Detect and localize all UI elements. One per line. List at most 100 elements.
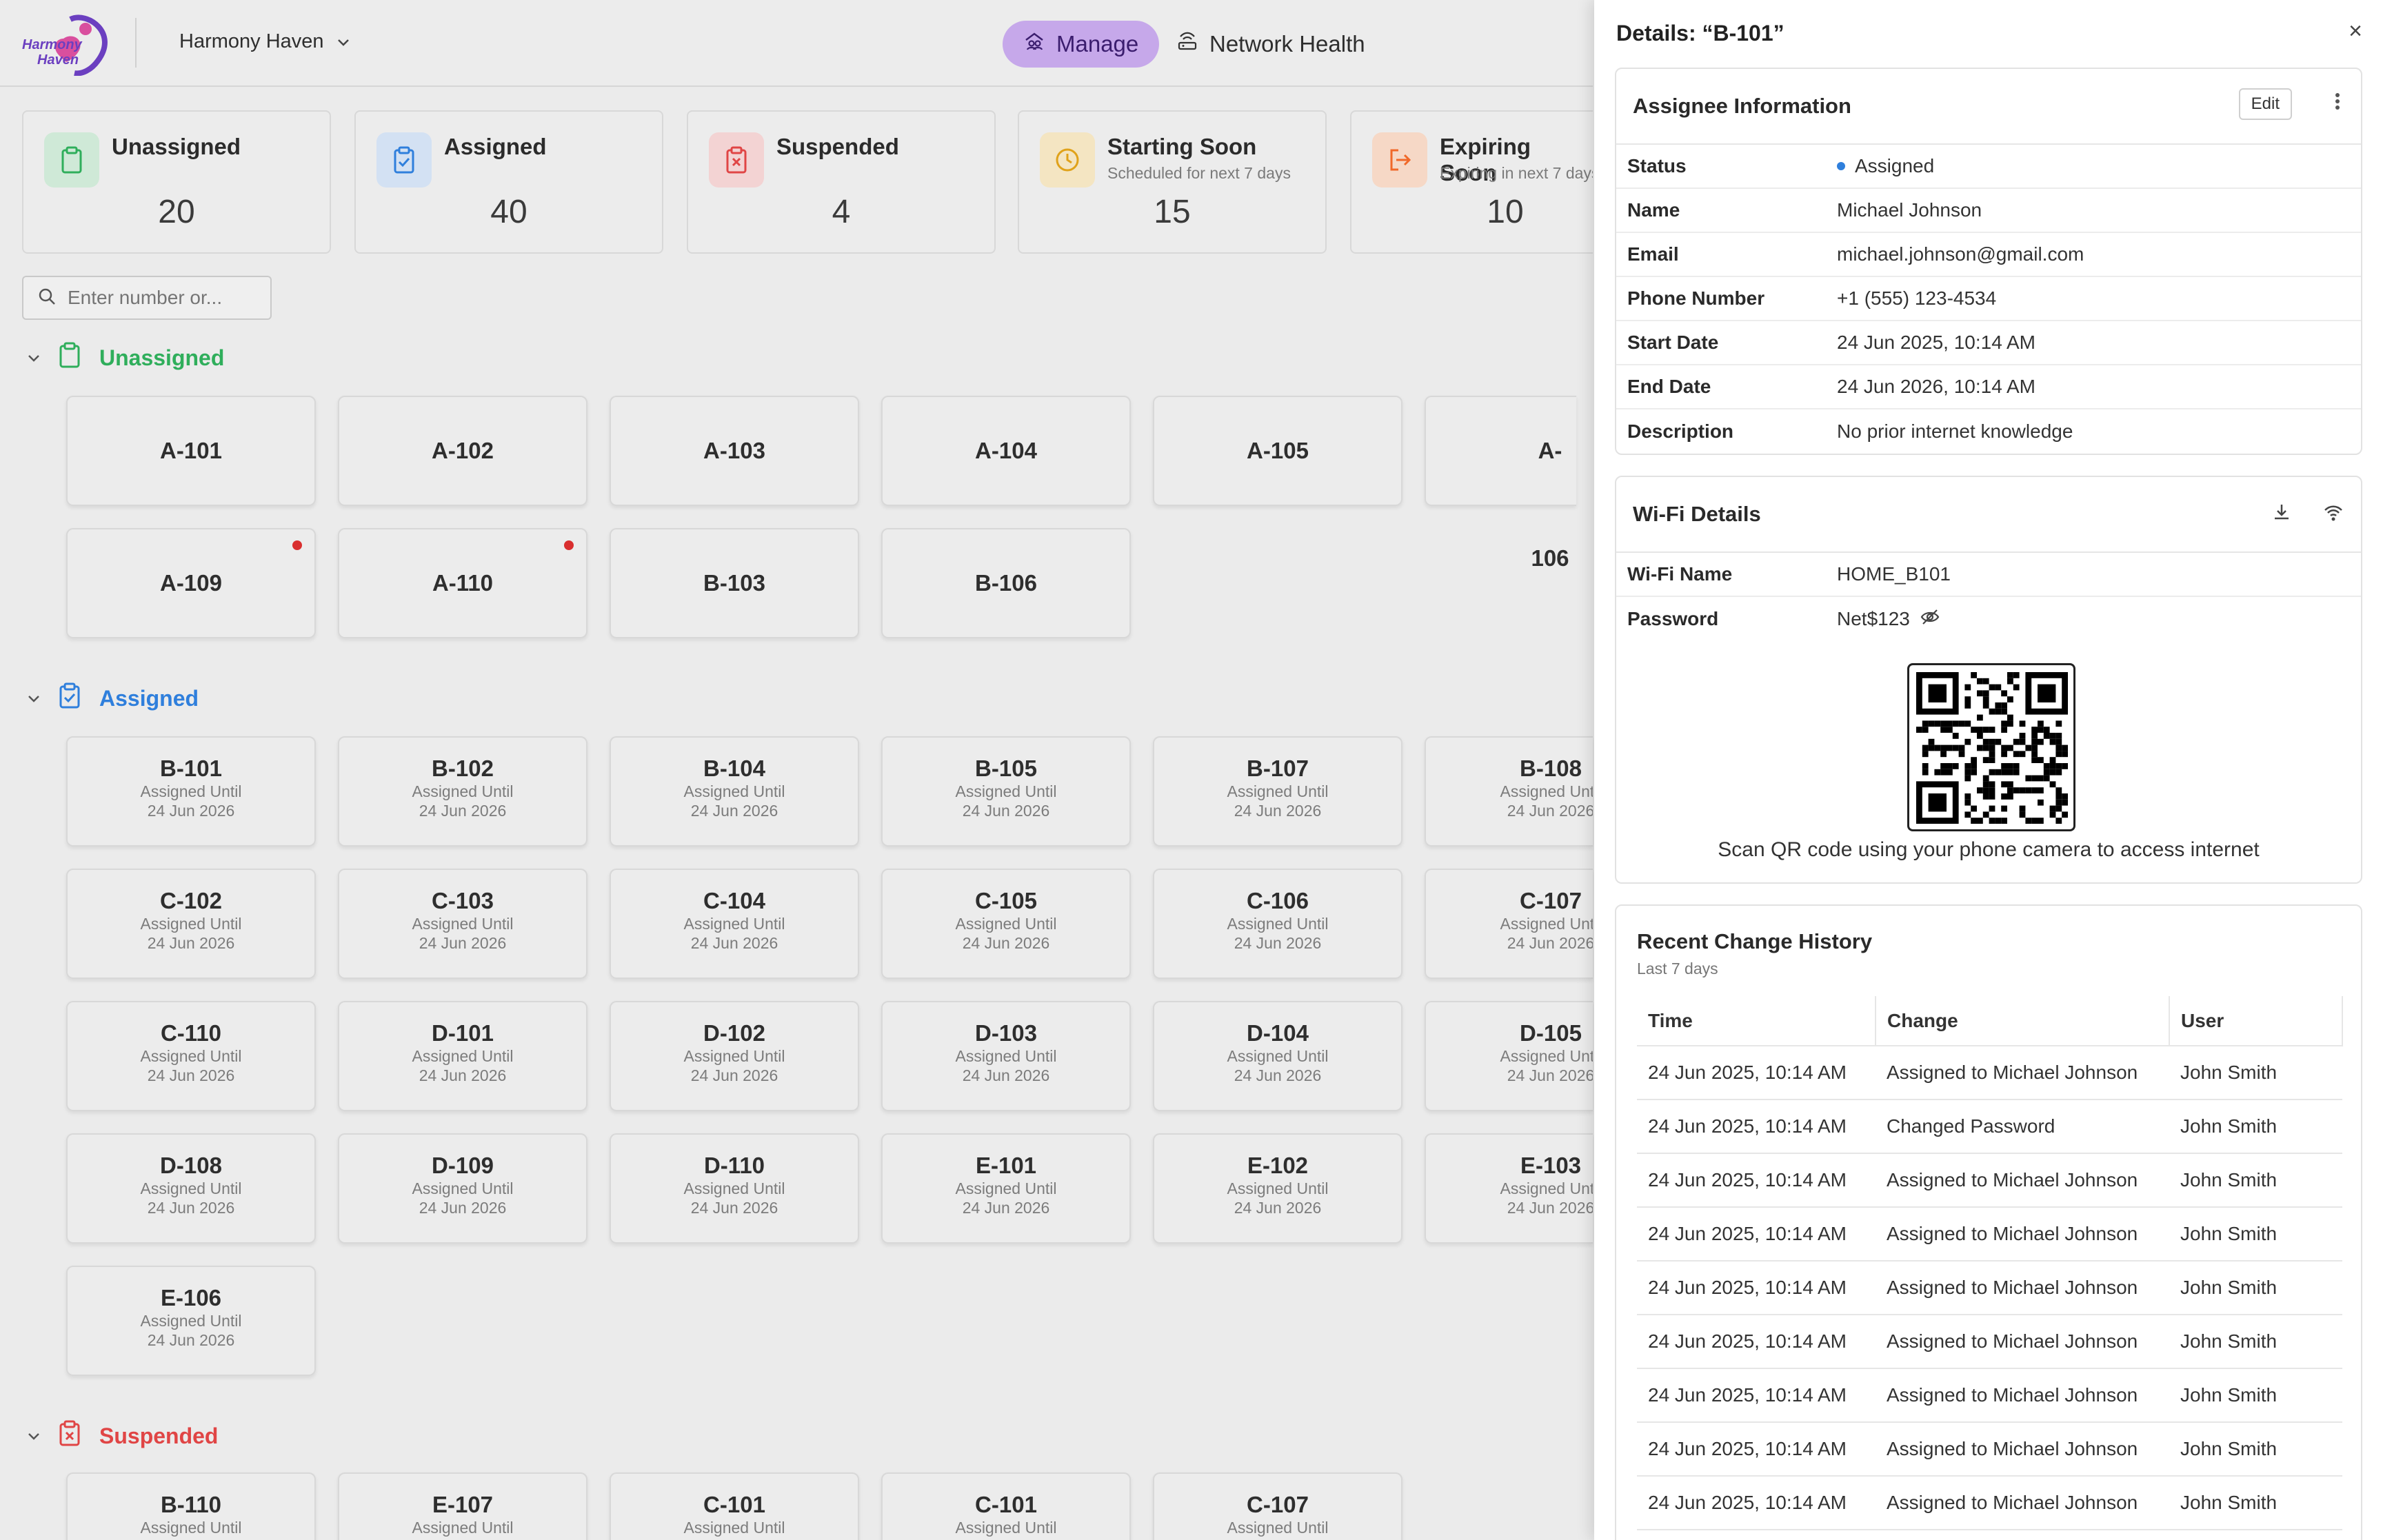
org-selector[interactable]: Harmony Haven	[179, 30, 350, 53]
history-user: John Smith	[2169, 1046, 2342, 1100]
unit-tile[interactable]: A-103	[610, 396, 859, 506]
unit-tile[interactable]: B-104 Assigned Until 24 Jun 2026	[610, 736, 859, 847]
section-header-suspended[interactable]: Suspended	[28, 1420, 218, 1452]
unit-tile[interactable]: B-110 Assigned Until	[66, 1472, 316, 1540]
unit-tile[interactable]: A-105	[1153, 396, 1402, 506]
history-row[interactable]: 24 Jun 2025, 10:14 AM Assigned to Michael…	[1637, 1153, 2342, 1208]
row-label: End Date	[1627, 376, 1711, 397]
column-header-user[interactable]: User	[2169, 996, 2343, 1046]
unit-tile[interactable]: D-105 Assigned Until 24 Jun 2026	[1425, 1001, 1593, 1111]
history-body: 24 Jun 2025, 10:14 AM Assigned to Michael…	[1637, 1046, 2342, 1530]
unit-tile[interactable]: C-101 Assigned Until	[610, 1472, 859, 1540]
section-header-unassigned[interactable]: Unassigned	[28, 342, 224, 374]
unit-tile[interactable]: D-101 Assigned Until 24 Jun 2026	[338, 1001, 587, 1111]
unit-tile[interactable]: E-102 Assigned Until 24 Jun 2026	[1153, 1133, 1402, 1244]
unit-tile[interactable]: D-109 Assigned Until 24 Jun 2026	[338, 1133, 587, 1244]
unit-tile[interactable]: B-108 Assigned Until 24 Jun 2026	[1425, 736, 1593, 847]
unit-id: A-104	[975, 438, 1037, 463]
stat-value: 4	[832, 194, 851, 230]
unit-id: A-105	[1247, 438, 1309, 463]
unit-tile[interactable]: C-102 Assigned Until 24 Jun 2026	[66, 869, 316, 979]
router-icon	[1176, 30, 1198, 58]
tab-network-health-label: Network Health	[1209, 31, 1365, 57]
tab-network-health[interactable]: Network Health	[1156, 21, 1386, 68]
unit-tile[interactable]: E-101 Assigned Until 24 Jun 2026	[881, 1133, 1131, 1244]
search-box[interactable]	[22, 276, 272, 320]
assigned-until-label: Assigned Until	[683, 1179, 785, 1197]
unit-tile[interactable]: D-102 Assigned Until 24 Jun 2026	[610, 1001, 859, 1111]
stat-card-assigned[interactable]: Assigned 40	[354, 110, 663, 254]
tile-content: B-105 Assigned Until 24 Jun 2026	[883, 756, 1129, 820]
unit-tile[interactable]: C-107 Assigned Until 24 Jun 2026	[1425, 869, 1593, 979]
close-icon[interactable]: ×	[2349, 18, 2362, 45]
unit-tile[interactable]: A-106	[1425, 396, 1576, 571]
unit-tile[interactable]: A-101	[66, 396, 316, 506]
unit-tile[interactable]: C-104 Assigned Until 24 Jun 2026	[610, 869, 859, 979]
unit-tile[interactable]: B-103	[610, 528, 859, 638]
history-time: 24 Jun 2025, 10:14 AM	[1637, 1100, 1876, 1154]
tab-manage[interactable]: Manage	[1003, 21, 1160, 68]
unit-id: B-102	[432, 756, 494, 781]
row-label: Email	[1627, 243, 1679, 265]
clock-icon	[1040, 132, 1095, 188]
unit-tile[interactable]: C-101 Assigned Until	[881, 1472, 1131, 1540]
unit-tile[interactable]: A-104	[881, 396, 1131, 506]
unit-tile[interactable]: D-104 Assigned Until 24 Jun 2026	[1153, 1001, 1402, 1111]
history-row[interactable]: 24 Jun 2025, 10:14 AM Changed Password Joh…	[1637, 1100, 2342, 1154]
column-header-time[interactable]: Time	[1637, 996, 1876, 1046]
history-row[interactable]: 24 Jun 2025, 10:14 AM Assigned to Michael…	[1637, 1476, 2342, 1530]
column-header-change[interactable]: Change	[1876, 996, 2170, 1046]
history-row[interactable]: 24 Jun 2025, 10:14 AM Assigned to Michael…	[1637, 1261, 2342, 1315]
history-row[interactable]: 24 Jun 2025, 10:14 AM Assigned to Michael…	[1637, 1422, 2342, 1477]
wifi-header: Wi-Fi Details	[1616, 477, 2361, 553]
stat-card-starting-soon[interactable]: Starting Soon Scheduled for next 7 days …	[1018, 110, 1327, 254]
assigned-until-date: 24 Jun 2026	[962, 802, 1050, 820]
unit-tile[interactable]: A-102	[338, 396, 587, 506]
unit-tile[interactable]: C-110 Assigned Until 24 Jun 2026	[66, 1001, 316, 1111]
history-user: John Smith	[2169, 1368, 2342, 1423]
unit-tile[interactable]: B-101 Assigned Until 24 Jun 2026	[66, 736, 316, 847]
history-row[interactable]: 24 Jun 2025, 10:14 AM Assigned to Michael…	[1637, 1315, 2342, 1369]
tile-content: D-105 Assigned Until 24 Jun 2026	[1426, 1020, 1593, 1085]
history-row[interactable]: 24 Jun 2025, 10:14 AM Assigned to Michael…	[1637, 1368, 2342, 1423]
unit-tile[interactable]: C-103 Assigned Until 24 Jun 2026	[338, 869, 587, 979]
row-value: +1 (555) 123-4534	[1837, 287, 1997, 309]
tile-content: B-101 Assigned Until 24 Jun 2026	[68, 756, 314, 820]
unit-tile[interactable]: B-107 Assigned Until 24 Jun 2026	[1153, 736, 1402, 847]
history-row[interactable]: 24 Jun 2025, 10:14 AM Assigned to Michael…	[1637, 1207, 2342, 1262]
history-change: Assigned to Michael Johnson	[1876, 1261, 2169, 1315]
wifi-icon[interactable]	[2322, 502, 2344, 529]
unit-tile[interactable]: D-108 Assigned Until 24 Jun 2026	[66, 1133, 316, 1244]
unit-tile[interactable]: E-106 Assigned Until 24 Jun 2026	[66, 1266, 316, 1376]
unit-tile[interactable]: A-109	[66, 528, 316, 638]
section-header-assigned[interactable]: Assigned	[28, 682, 199, 714]
unit-tile[interactable]: C-106 Assigned Until 24 Jun 2026	[1153, 869, 1402, 979]
unit-id: B-107	[1247, 756, 1309, 781]
download-icon[interactable]	[2271, 502, 2292, 528]
stat-card-suspended[interactable]: Suspended 4	[687, 110, 996, 254]
unit-tile[interactable]: D-103 Assigned Until 24 Jun 2026	[881, 1001, 1131, 1111]
stat-card-expiring-soon[interactable]: Expiring Soon Expiring in next 7 days 10	[1350, 110, 1593, 254]
unit-tile[interactable]: B-106	[881, 528, 1131, 638]
search-input[interactable]	[68, 287, 268, 309]
unit-id: E-107	[432, 1492, 494, 1517]
unit-tile[interactable]: C-105 Assigned Until 24 Jun 2026	[881, 869, 1131, 979]
stat-card-unassigned[interactable]: Unassigned 20	[22, 110, 331, 254]
unit-tile[interactable]: E-103 Assigned Until 24 Jun 2026	[1425, 1133, 1593, 1244]
unit-id: E-102	[1247, 1153, 1309, 1178]
assigned-until-date: 24 Jun 2026	[1507, 934, 1593, 952]
unit-tile[interactable]: A-110	[338, 528, 587, 638]
unit-tile[interactable]: C-107 Assigned Until	[1153, 1472, 1402, 1540]
unit-id: D-109	[432, 1153, 494, 1178]
unit-tile[interactable]: B-105 Assigned Until 24 Jun 2026	[881, 736, 1131, 847]
unit-id: C-103	[432, 888, 494, 913]
tile-content: C-107 Assigned Until 24 Jun 2026	[1426, 888, 1593, 953]
harmony-haven-logo[interactable]: Harmony Haven	[22, 12, 117, 77]
eye-off-icon[interactable]	[1920, 608, 1940, 631]
edit-button[interactable]: Edit	[2238, 88, 2292, 120]
history-row[interactable]: 24 Jun 2025, 10:14 AM Assigned to Michael…	[1637, 1046, 2342, 1100]
more-vertical-icon[interactable]	[2335, 92, 2340, 114]
unit-tile[interactable]: B-102 Assigned Until 24 Jun 2026	[338, 736, 587, 847]
unit-tile[interactable]: D-110 Assigned Until 24 Jun 2026	[610, 1133, 859, 1244]
unit-tile[interactable]: E-107 Assigned Until	[338, 1472, 587, 1540]
